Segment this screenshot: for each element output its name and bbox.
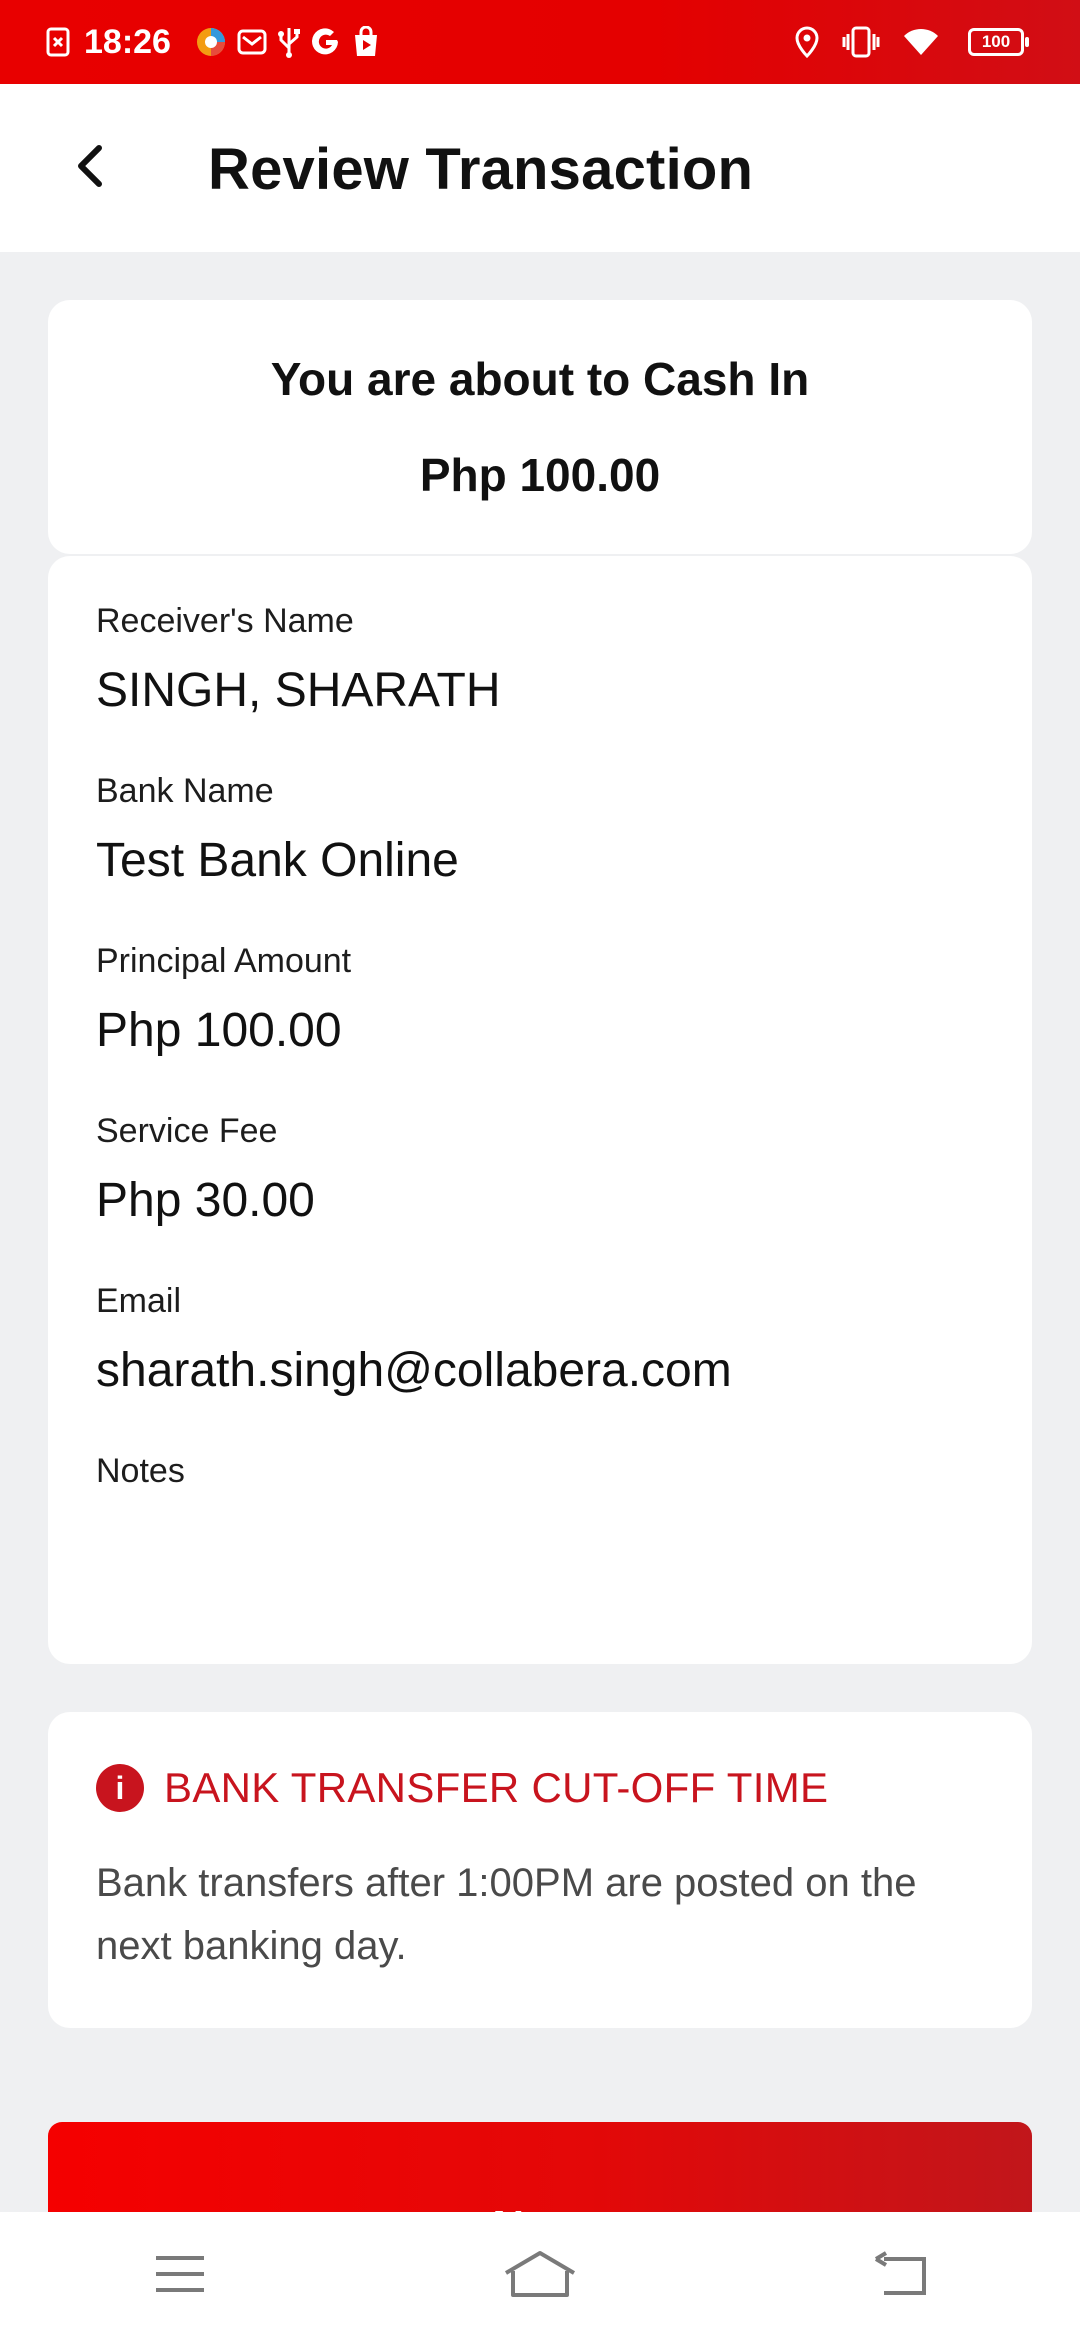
notice-title: BANK TRANSFER CUT-OFF TIME: [164, 1764, 829, 1811]
detail-notes: Notes: [96, 1452, 185, 1513]
usb-icon: [277, 26, 301, 58]
back-button[interactable]: [60, 134, 120, 202]
notice-body: Bank transfers after 1:00PM are posted o…: [96, 1861, 917, 1968]
detail-email: Email sharath.singh@collabera.com: [96, 1282, 732, 1398]
wifi-icon: [902, 27, 940, 57]
detail-service-fee: Service Fee Php 30.00: [96, 1112, 315, 1228]
detail-label: Service Fee: [96, 1112, 278, 1150]
sim-error-icon: [46, 27, 70, 57]
system-nav-bar: [0, 2212, 1080, 2340]
browser-icon: [195, 26, 227, 58]
cutoff-notice-card: i BANK TRANSFER CUT-OFF TIME Bank transf…: [48, 1712, 1032, 2028]
detail-receiver-name: Receiver's Name SINGH, SHARATH: [96, 602, 500, 718]
nav-back-button[interactable]: [840, 2236, 960, 2316]
app-header: Review Transaction: [0, 84, 1080, 252]
vibrate-icon: [842, 26, 880, 58]
detail-bank-name: Bank Name Test Bank Online: [96, 772, 459, 888]
page-title: Review Transaction: [208, 137, 754, 202]
store-icon: [351, 26, 381, 58]
detail-principal-amount: Principal Amount Php 100.00: [96, 942, 351, 1058]
menu-icon: [154, 2254, 206, 2299]
chevron-left-icon: [73, 144, 107, 193]
detail-label: Email: [96, 1282, 182, 1320]
detail-value: Test Bank Online: [96, 834, 459, 887]
detail-value: sharath.singh@collabera.com: [96, 1344, 732, 1397]
detail-label: Receiver's Name: [96, 602, 354, 640]
status-bar: 18:26 100: [0, 0, 1080, 84]
nav-menu-button[interactable]: [120, 2236, 240, 2316]
info-icon: i: [96, 1764, 144, 1812]
home-icon: [503, 2249, 577, 2304]
transaction-details-card: Receiver's Name SINGH, SHARATH Bank Name…: [48, 556, 1032, 1664]
battery-icon: 100: [968, 28, 1029, 56]
detail-label: Principal Amount: [96, 942, 352, 980]
detail-value: Php 30.00: [96, 1174, 315, 1227]
notice-header: i BANK TRANSFER CUT-OFF TIME: [96, 1764, 828, 1812]
transaction-summary-card: You are about to Cash In Php 100.00: [48, 300, 1032, 554]
detail-value: SINGH, SHARATH: [96, 664, 501, 717]
detail-value: Php 100.00: [96, 1004, 342, 1057]
google-icon: [311, 27, 341, 57]
nav-home-button[interactable]: [480, 2236, 600, 2316]
location-icon: [794, 26, 820, 58]
summary-amount: Php 100.00: [419, 449, 661, 501]
summary-title: You are about to Cash In: [270, 353, 810, 405]
mail-icon: [237, 28, 267, 56]
detail-label: Notes: [96, 1452, 185, 1490]
detail-label: Bank Name: [96, 772, 274, 810]
clock-time: 18:26: [84, 22, 171, 61]
back-icon: [872, 2250, 928, 2302]
